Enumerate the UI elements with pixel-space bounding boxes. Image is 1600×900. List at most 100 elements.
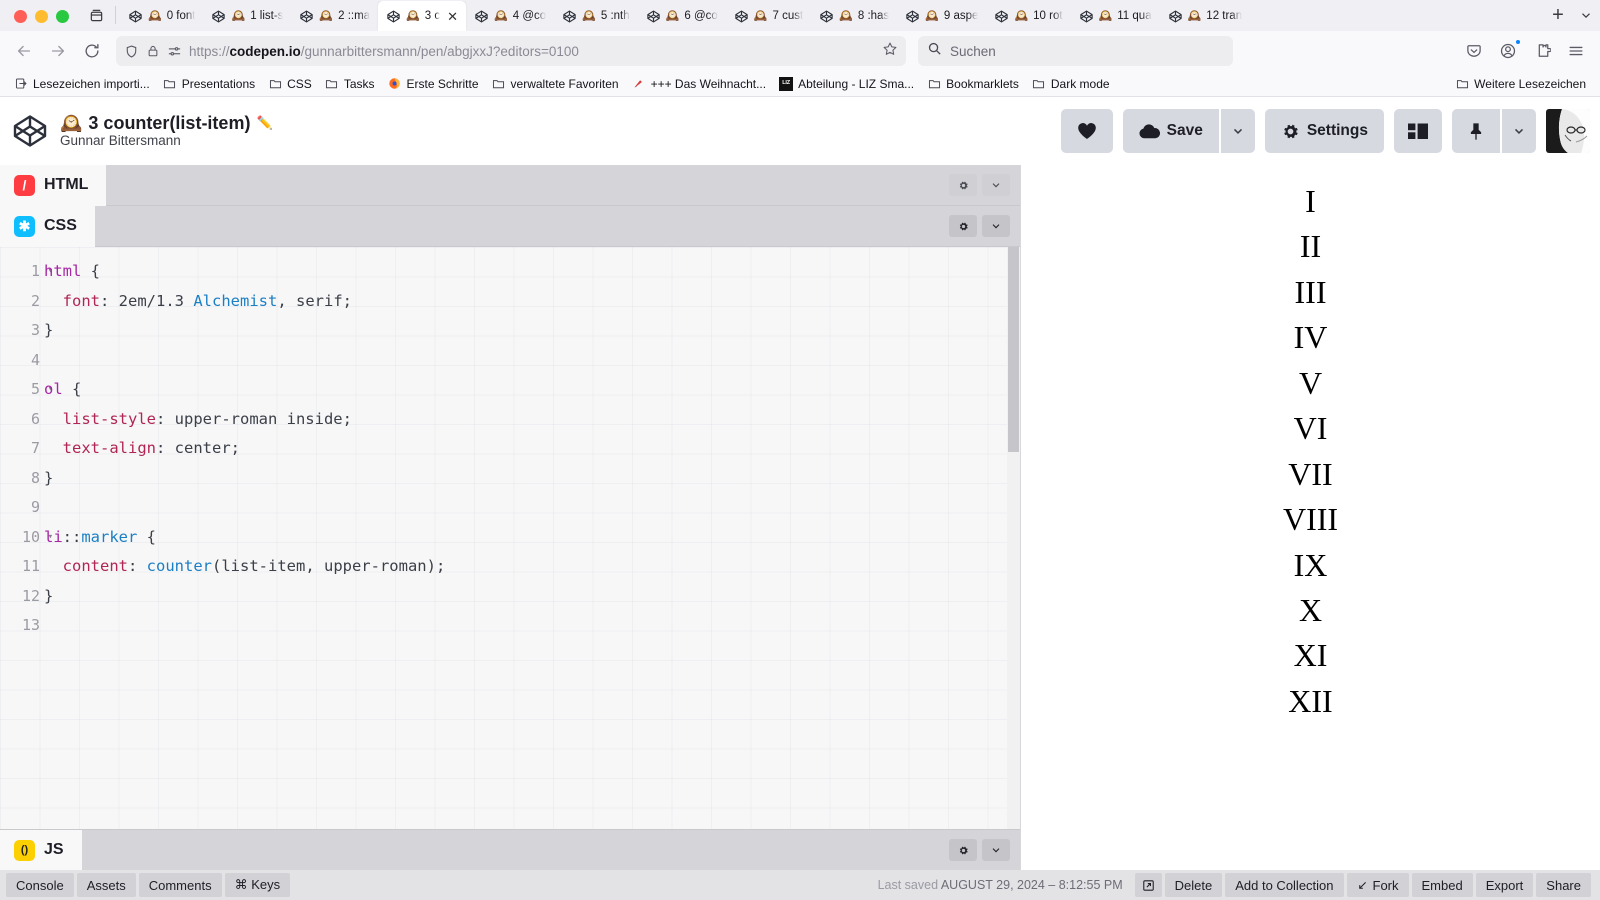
line-number: 10 ▾ [0,523,53,553]
forward-button[interactable] [42,36,74,66]
html-collapse-chevron-down-icon[interactable] [982,174,1010,196]
account-icon[interactable] [1492,36,1524,66]
folder-icon [927,77,941,91]
line-number: 2 [30,291,40,310]
tab-emoji-icon: 🕰️ [1187,9,1202,22]
pin-dropdown-chevron-down-icon[interactable] [1502,109,1536,153]
import-icon [14,77,28,91]
bottom-bar-button[interactable]: Add to Collection [1225,873,1344,897]
bookmark-item[interactable]: Bookmarklets [921,75,1025,93]
tracking-protection-icon[interactable] [167,44,182,59]
maximize-window-button[interactable] [56,10,69,23]
browser-tab[interactable]: 🕰️ 1 list-s [203,1,291,31]
minimize-window-button[interactable] [35,10,48,23]
last-saved-value: AUGUST 29, 2024 – 8:12:55 PM [940,878,1123,892]
bottom-bar-button[interactable]: Embed [1411,873,1473,897]
tab-html[interactable]: / HTML [0,164,107,206]
css-pane-header: ✱ CSS [0,205,1020,247]
close-window-button[interactable] [14,10,27,23]
browser-tab-active[interactable]: 🕰️ 3 c ✕ [378,1,467,31]
bookmark-item[interactable]: CSS [262,75,318,93]
liz-icon: LIZ [779,76,794,91]
new-tab-button[interactable]: + [1544,1,1572,29]
editor-column: / HTML ✱ CSS 1 ▾ 2 3 4 5 ▾ 6 7 8 9 10 ▾ … [0,164,1020,871]
tab-emoji-icon: 🕰️ [1014,9,1029,22]
editor-vertical-scrollbar[interactable] [1007,247,1020,829]
save-button[interactable]: Save [1122,109,1219,153]
css-settings-gear-icon[interactable] [949,215,977,237]
browser-tab[interactable]: 🕰️ 10 rot [986,1,1070,31]
bookmarks-overflow-item[interactable]: Weitere Lesezeichen [1449,75,1592,93]
bottom-bar-button[interactable]: Delete [1164,873,1223,897]
preview-pane[interactable]: I II III IV V VI VII VIII IX X XI XII [1020,165,1600,870]
browser-tab[interactable]: 🕰️ 7 cust [726,1,811,31]
bottom-bar-button[interactable]: Fork [1346,873,1409,897]
tab-emoji-icon: 🕰️ [839,9,853,22]
code-line: content: counter(list-item, upper-roman)… [62,557,446,575]
tab-list-chevron-down-icon[interactable] [1572,1,1600,29]
bookmark-item[interactable]: Tasks [319,75,381,93]
bookmark-item[interactable]: Dark mode [1026,75,1116,93]
shield-icon [124,44,139,59]
js-settings-gear-icon[interactable] [949,839,977,861]
tab-label: 1 list-s [250,10,284,22]
browser-tab[interactable]: 🕰️ 12 tran [1160,1,1251,31]
browser-tab[interactable]: 🕰️ 6 @co [638,1,726,31]
bookmark-item[interactable]: LIZ Abteilung - LIZ Sma... [773,75,920,93]
extensions-icon[interactable] [1526,36,1558,66]
html-settings-gear-icon[interactable] [949,174,977,196]
browser-tab[interactable]: 🕰️ 9 aspe [897,1,986,31]
browser-tab[interactable]: 🕰️ 8 :has [811,1,897,31]
tab-js[interactable]: () JS [0,829,82,871]
pin-button[interactable] [1452,109,1500,153]
bottom-bar-button[interactable]: Comments [138,873,222,897]
line-number: 13 [21,616,40,634]
user-avatar[interactable] [1546,109,1590,153]
js-icon: () [14,839,35,861]
url-bar[interactable]: https://codepen.io/gunnarbittersmann/pen… [116,36,906,66]
tab-label: 7 cust [772,10,804,22]
js-collapse-chevron-down-icon[interactable] [982,839,1010,861]
edit-pencil-icon[interactable]: ✏️ [256,115,272,131]
bottom-bar-left-buttons: Console Assets Comments ⌘ Keys [0,873,293,897]
reload-button[interactable] [76,36,108,66]
editor-scrollbar-thumb[interactable] [1008,247,1019,452]
css-collapse-chevron-down-icon[interactable] [982,215,1010,237]
tab-css[interactable]: ✱ CSS [0,205,95,247]
browser-tab[interactable]: 🕰️ 5 :nth [554,1,637,31]
browser-tab[interactable]: 🕰️ 2 ::ma [291,1,378,31]
bookmark-item[interactable]: verwaltete Favoriten [486,75,625,93]
bookmark-star-icon[interactable] [882,41,898,62]
bookmark-item[interactable]: Presentations [157,75,261,93]
settings-button[interactable]: Settings [1264,109,1384,153]
code-line: text-align: center; [62,439,240,457]
codepen-logo-icon[interactable] [10,111,50,151]
css-code-content[interactable]: html { font: 2em/1.3 Alchemist, serif;} … [44,247,1020,829]
code-line: } [44,586,54,605]
bookmark-item[interactable]: Erste Schritte [382,75,485,93]
tab-label: 2 ::ma [338,10,371,22]
pocket-save-icon[interactable] [1458,36,1490,66]
bookmark-item[interactable]: Lesezeichen importi... [8,75,156,93]
bottom-bar-button[interactable]: Share [1536,873,1591,897]
close-tab-icon[interactable]: ✕ [447,10,458,23]
browser-tab[interactable]: 🕰️ 0 font [120,1,203,31]
browser-tab[interactable]: 🕰️ 11 qua [1071,1,1160,31]
back-button[interactable] [8,36,40,66]
bottom-bar-button[interactable]: Assets [76,873,136,897]
save-dropdown-chevron-down-icon[interactable] [1220,109,1255,153]
app-menu-icon[interactable] [1560,36,1592,66]
bottom-bar-button[interactable]: ⌘ Keys [224,873,291,897]
pen-author[interactable]: Gunnar Bittersmann [60,134,273,149]
bookmark-item[interactable]: +++ Das Weihnacht... [626,75,773,93]
bottom-bar-button[interactable]: Console [6,873,74,897]
bottom-bar-button[interactable]: Export [1475,873,1534,897]
browser-tab[interactable]: 🕰️ 4 @co [466,1,554,31]
change-view-layout-button[interactable] [1394,109,1442,153]
open-in-new-window-icon[interactable] [1134,873,1162,897]
css-code-editor[interactable]: 1 ▾ 2 3 4 5 ▾ 6 7 8 9 10 ▾ 11 12 13 html { font: 2em/1.… [0,247,1020,829]
love-button[interactable] [1060,109,1113,153]
search-bar[interactable]: Suchen [918,36,1233,66]
list-all-tabs-icon[interactable] [81,2,111,28]
